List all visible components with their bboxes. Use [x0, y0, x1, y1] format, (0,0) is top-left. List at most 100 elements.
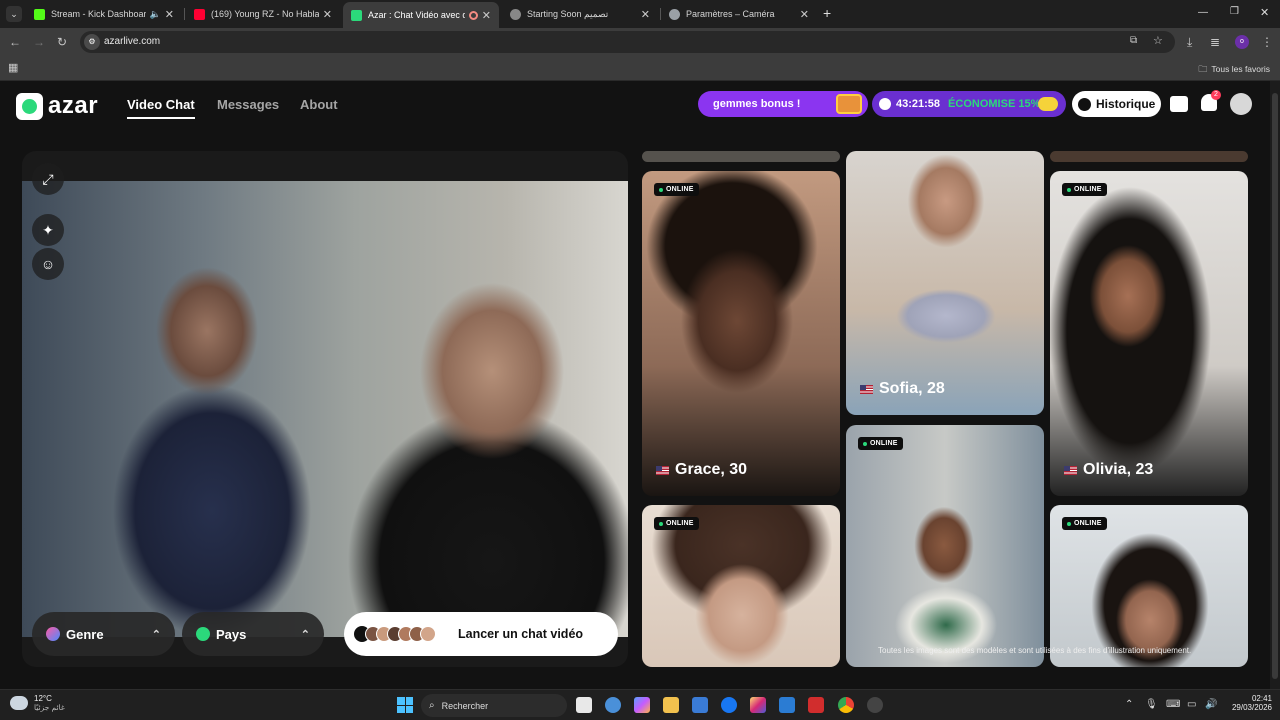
search-icon: ⌕ — [429, 700, 435, 711]
tray-overflow-chevron-icon[interactable]: ⌃ — [1125, 699, 1133, 710]
online-badge: ONLINE — [858, 437, 903, 450]
all-bookmarks-button[interactable]: 🗀 Tous les favoris — [1198, 62, 1270, 78]
browser-tab-strip: ⌄ Stream - Kick Dashboard 🔈 ✕ (169) Youn… — [0, 0, 1280, 28]
azar-logo-icon — [16, 92, 43, 120]
folder-icon: 🗀 — [1198, 64, 1208, 74]
apps-grid-icon[interactable]: ▦ — [8, 61, 18, 74]
history-clock-icon — [1078, 97, 1091, 111]
back-arrow-icon[interactable]: ← — [9, 34, 21, 50]
tab-youtube[interactable]: (169) Young RZ - No Habla (Offi ✕ — [186, 3, 340, 25]
instagram-icon[interactable] — [750, 697, 766, 713]
nav-video-chat[interactable]: Video Chat — [127, 97, 195, 119]
globe-favicon-icon — [510, 8, 521, 20]
bookmarks-bar: ▦ 🗀 Tous les favoris — [0, 56, 1280, 81]
store-icon[interactable] — [1170, 96, 1188, 112]
nav-messages[interactable]: Messages — [217, 97, 279, 112]
profile-card[interactable]: ONLINE — [642, 505, 840, 667]
copilot-icon[interactable] — [634, 697, 650, 713]
profile-card[interactable]: ONLINE — [846, 425, 1044, 667]
profile-card-olivia[interactable]: ONLINE Olivia, 23 — [1050, 171, 1248, 496]
file-explorer-icon[interactable] — [663, 697, 679, 713]
site-info-icon[interactable]: ⚙ — [84, 34, 100, 50]
gender-filter-button[interactable]: Genre ⌃ — [32, 612, 175, 656]
volume-icon[interactable]: 🔊 — [1205, 699, 1217, 710]
webcam-feed — [22, 181, 628, 637]
tab-azar-active[interactable]: Azar : Chat Vidéo avec de n ✕ — [343, 2, 499, 28]
gear-favicon-icon — [669, 8, 680, 20]
close-window-icon[interactable]: ✕ — [1260, 6, 1269, 19]
url-text[interactable]: azarlive.com — [104, 36, 160, 47]
online-badge: ONLINE — [654, 183, 699, 196]
azar-favicon-icon — [351, 9, 362, 21]
minimize-window-icon[interactable]: — — [1198, 7, 1208, 18]
discount-offer-button[interactable]: 43:21:58 ÉCONOMISE 15% — [872, 91, 1066, 117]
tab-search-chevron-icon[interactable]: ⌄ — [6, 6, 22, 22]
bookmark-star-icon[interactable]: ☆ — [1153, 34, 1163, 47]
network-icon[interactable]: ▭ — [1187, 699, 1196, 710]
start-video-chat-button[interactable]: Lancer un chat vidéo — [344, 612, 618, 656]
close-tab-icon[interactable]: ✕ — [323, 8, 332, 21]
taskbar-search[interactable]: ⌕ Rechercher — [421, 694, 567, 717]
facebook-icon[interactable] — [721, 697, 737, 713]
new-tab-button[interactable]: + — [823, 5, 831, 21]
gender-icon — [46, 627, 60, 641]
us-flag-icon — [860, 384, 873, 394]
profile-name: Grace, 30 — [675, 461, 748, 478]
start-button-windows-icon[interactable] — [397, 697, 413, 713]
profile-card-grace[interactable]: ONLINE Grace, 30 — [642, 171, 840, 496]
history-button[interactable]: Historique — [1072, 91, 1161, 117]
profile-avatar[interactable]: o — [1235, 35, 1249, 49]
nav-about[interactable]: About — [300, 97, 338, 112]
browser-toolbar: ← → ↻ ⚙ azarlive.com ⧉ ☆ ⤓ ≣ o ⋮ — [0, 28, 1280, 56]
downloads-icon[interactable]: ⤓ — [1187, 34, 1192, 50]
profile-card-partial[interactable] — [1050, 151, 1248, 162]
tab-starting-soon[interactable]: Starting Soon تصميم ✕ — [502, 3, 658, 25]
settings-app-icon[interactable] — [605, 697, 621, 713]
globe-icon — [196, 627, 210, 641]
address-bar[interactable]: ⚙ azarlive.com ⧉ ☆ — [80, 31, 1175, 53]
task-view-icon[interactable] — [576, 697, 592, 713]
reload-icon[interactable]: ↻ — [57, 34, 67, 50]
user-avatar-icon[interactable] — [1230, 93, 1252, 115]
face-filter-icon[interactable]: ☺ — [32, 248, 64, 280]
azar-logo[interactable]: azar — [16, 92, 98, 120]
country-filter-button[interactable]: Pays ⌃ — [182, 612, 324, 656]
page-scrollbar[interactable] — [1270, 81, 1280, 689]
magic-wand-icon[interactable]: ✦ — [32, 214, 64, 246]
avatar-stack — [354, 626, 436, 642]
close-tab-icon[interactable]: ✕ — [482, 9, 491, 22]
windows-taskbar: 12°C غائم جزئيًا ⌕ Rechercher ⌃ 🎙 ⌨ ▭ 🔊 … — [0, 689, 1280, 720]
tab-camera-settings[interactable]: Paramètres – Caméra ✕ — [661, 3, 817, 25]
cast-icon[interactable]: ⧉ — [1130, 35, 1137, 46]
weather-widget[interactable]: 12°C غائم جزئيًا — [10, 694, 65, 712]
clock-widget[interactable]: 02:41 29/03/2026 — [1222, 694, 1272, 712]
close-tab-icon[interactable]: ✕ — [165, 8, 174, 21]
online-badge: ONLINE — [1062, 183, 1107, 196]
profile-card[interactable]: ONLINE — [1050, 505, 1248, 667]
mail-icon[interactable] — [779, 697, 795, 713]
gems-bonus-button[interactable]: gemmes bonus ! — [698, 91, 868, 117]
microsoft-store-icon[interactable] — [692, 697, 708, 713]
restore-window-icon[interactable]: ❐ — [1230, 6, 1239, 17]
fullscreen-icon[interactable]: ⤢ — [32, 163, 64, 195]
close-tab-icon[interactable]: ✕ — [641, 8, 650, 21]
chevron-up-icon: ⌃ — [300, 628, 310, 641]
profile-card-sofia[interactable]: Sofia, 28 — [846, 151, 1044, 415]
keyboard-icon[interactable]: ⌨ — [1166, 699, 1180, 710]
forward-arrow-icon[interactable]: → — [33, 34, 45, 50]
notification-badge: 2 — [1211, 90, 1221, 100]
chrome-icon[interactable] — [838, 697, 854, 713]
us-flag-icon — [656, 465, 669, 475]
microphone-icon[interactable]: 🎙 — [1145, 699, 1158, 710]
azar-page: azar Video Chat Messages About gemmes bo… — [0, 81, 1270, 689]
scrollbar-thumb[interactable] — [1272, 93, 1278, 679]
media-controls-icon[interactable]: ≣ — [1210, 34, 1220, 50]
speaker-icon[interactable]: 🔈 — [150, 9, 161, 20]
obs-icon[interactable] — [867, 697, 883, 713]
recording-app-icon[interactable] — [808, 697, 824, 713]
close-tab-icon[interactable]: ✕ — [800, 8, 809, 21]
menu-kebab-icon[interactable]: ⋮ — [1261, 34, 1273, 50]
profile-card-partial[interactable] — [642, 151, 840, 162]
tab-kick-dashboard[interactable]: Stream - Kick Dashboard 🔈 ✕ — [26, 3, 182, 25]
treasure-chest-icon — [836, 94, 862, 114]
